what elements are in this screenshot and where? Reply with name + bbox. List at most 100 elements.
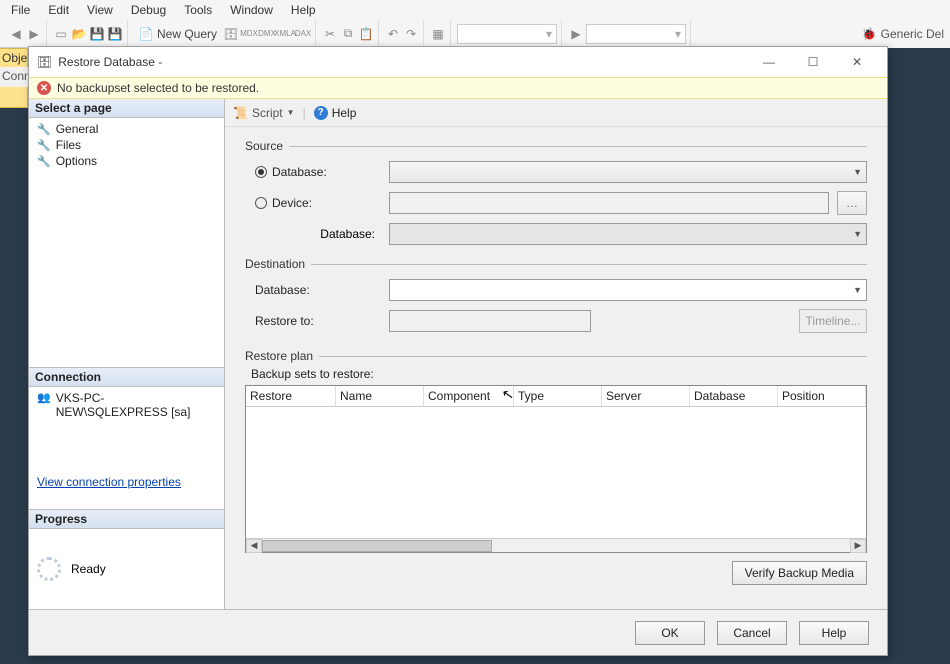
menu-window[interactable]: Window: [223, 3, 280, 17]
dialog-footer: OK Cancel Help: [29, 609, 887, 655]
menu-edit[interactable]: Edit: [41, 3, 76, 17]
connect-label: Conn: [0, 67, 28, 87]
dest-database-label: Database:: [255, 283, 310, 297]
separator: |: [303, 106, 306, 120]
browse-device-button[interactable]: …: [837, 191, 867, 215]
menu-help[interactable]: Help: [284, 3, 323, 17]
scroll-right-icon[interactable]: ▶: [850, 539, 866, 553]
dest-database-combo[interactable]: ▼: [389, 279, 867, 301]
menu-debug[interactable]: Debug: [124, 3, 173, 17]
backup-sets-label: Backup sets to restore:: [251, 367, 867, 381]
new-query-icon: 📄: [138, 26, 154, 42]
activity-icon[interactable]: ▦: [430, 26, 446, 42]
timeline-button: Timeline...: [799, 309, 867, 333]
nav-back-icon[interactable]: ◀: [8, 26, 24, 42]
nav-options[interactable]: 🔧Options: [37, 153, 216, 169]
script-icon: 📜: [233, 106, 248, 120]
close-button[interactable]: ✕: [835, 48, 879, 76]
nav-fwd-icon[interactable]: ▶: [26, 26, 42, 42]
scroll-track[interactable]: [262, 539, 850, 553]
col-type[interactable]: Type: [514, 386, 602, 406]
copy-icon[interactable]: ⧉: [340, 26, 356, 42]
mdx-icon[interactable]: MDX: [241, 26, 257, 42]
wrench-icon: 🔧: [37, 123, 51, 136]
source-database-radio[interactable]: [255, 166, 267, 178]
help-button-footer[interactable]: Help: [799, 621, 869, 645]
restoreto-label: Restore to:: [255, 314, 314, 328]
scroll-thumb[interactable]: [262, 540, 492, 552]
paste-icon[interactable]: 📋: [358, 26, 374, 42]
help-button[interactable]: ? Help: [314, 106, 357, 120]
warning-bar: ✕ No backupset selected to be restored.: [29, 77, 887, 99]
backup-sets-grid[interactable]: Restore Name Component Type Server Datab…: [245, 385, 867, 553]
xmla-icon[interactable]: XMLA: [277, 26, 293, 42]
destination-group-label: Destination: [245, 257, 867, 271]
generic-debugger-label: Generic Del: [881, 27, 944, 41]
ok-button[interactable]: OK: [635, 621, 705, 645]
minimize-button[interactable]: —: [747, 48, 791, 76]
source-database-combo[interactable]: ▼: [389, 161, 867, 183]
execute-icon[interactable]: ▶: [568, 26, 584, 42]
open-icon[interactable]: 📂: [71, 26, 87, 42]
undo-icon[interactable]: ↶: [385, 26, 401, 42]
main-toolbar: ◀ ▶ ▭ 📂 💾 💾 📄 New Query 🗄 MDX DMX XMLA D…: [0, 20, 950, 48]
nav-files[interactable]: 🔧Files: [37, 137, 216, 153]
menu-view[interactable]: View: [80, 3, 120, 17]
dmx-icon[interactable]: DMX: [259, 26, 275, 42]
menu-tools[interactable]: Tools: [177, 3, 219, 17]
col-position[interactable]: Position: [778, 386, 866, 406]
wrench-icon: 🔧: [37, 155, 51, 168]
dialog-right-pane: 📜 Script ▼ | ? Help Source Database:: [225, 99, 887, 609]
col-name[interactable]: Name: [336, 386, 424, 406]
script-toolbar: 📜 Script ▼ | ? Help: [225, 99, 887, 127]
chevron-down-icon: ▼: [853, 167, 862, 177]
bug-icon: 🐞: [862, 27, 877, 41]
script-button[interactable]: 📜 Script ▼: [233, 106, 295, 120]
col-restore[interactable]: Restore: [246, 386, 336, 406]
server-icon: 👥: [37, 391, 51, 404]
source-device-radio[interactable]: [255, 197, 267, 209]
maximize-button[interactable]: ☐: [791, 48, 835, 76]
warning-text: No backupset selected to be restored.: [57, 81, 259, 95]
col-server[interactable]: Server: [602, 386, 690, 406]
dax-icon[interactable]: DAX: [295, 26, 311, 42]
grid-scrollbar[interactable]: ◀ ▶: [246, 538, 866, 552]
progress-header: Progress: [29, 510, 224, 529]
main-menubar: File Edit View Debug Tools Window Help: [0, 0, 950, 20]
connection-value: VKS-PC-NEW\SQLEXPRESS [sa]: [56, 391, 216, 419]
col-database[interactable]: Database: [690, 386, 778, 406]
cancel-button[interactable]: Cancel: [717, 621, 787, 645]
dialog-titlebar: 🗄 Restore Database - — ☐ ✕: [29, 47, 887, 77]
new-query-label: New Query: [157, 27, 217, 41]
view-connection-properties-link[interactable]: View connection properties: [37, 475, 181, 489]
nav-general[interactable]: 🔧General: [37, 121, 216, 137]
select-page-header: Select a page: [29, 99, 224, 118]
generic-debugger-btn[interactable]: 🐞 Generic Del: [856, 20, 950, 48]
toolbar-combo-2[interactable]: ▾: [586, 24, 686, 44]
dialog-icon: 🗄: [37, 55, 52, 69]
col-component[interactable]: Component: [424, 386, 514, 406]
db-query-icon[interactable]: 🗄: [223, 26, 239, 42]
restore-plan-group-label: Restore plan: [245, 349, 867, 363]
grid-body: [246, 407, 866, 538]
source-database2-combo: ▼: [389, 223, 867, 245]
source-db2-label: Database:: [255, 227, 381, 241]
restoreto-textbox: [389, 310, 591, 332]
cut-icon[interactable]: ✂: [322, 26, 338, 42]
help-icon: ?: [314, 106, 328, 120]
chevron-down-icon: ▼: [287, 108, 295, 117]
progress-text: Ready: [71, 562, 106, 576]
progress-spinner-icon: [37, 557, 61, 581]
menu-file[interactable]: File: [4, 3, 37, 17]
save-all-icon[interactable]: 💾: [107, 26, 123, 42]
new-file-icon[interactable]: ▭: [53, 26, 69, 42]
chevron-down-icon: ▼: [853, 229, 862, 239]
save-icon[interactable]: 💾: [89, 26, 105, 42]
new-query-button[interactable]: 📄 New Query: [134, 24, 221, 44]
verify-backup-media-button[interactable]: Verify Backup Media: [732, 561, 867, 585]
chevron-down-icon: ▼: [853, 285, 862, 295]
scroll-left-icon[interactable]: ◀: [246, 539, 262, 553]
toolbar-combo-1[interactable]: ▾: [457, 24, 557, 44]
source-group-label: Source: [245, 139, 867, 153]
redo-icon[interactable]: ↷: [403, 26, 419, 42]
